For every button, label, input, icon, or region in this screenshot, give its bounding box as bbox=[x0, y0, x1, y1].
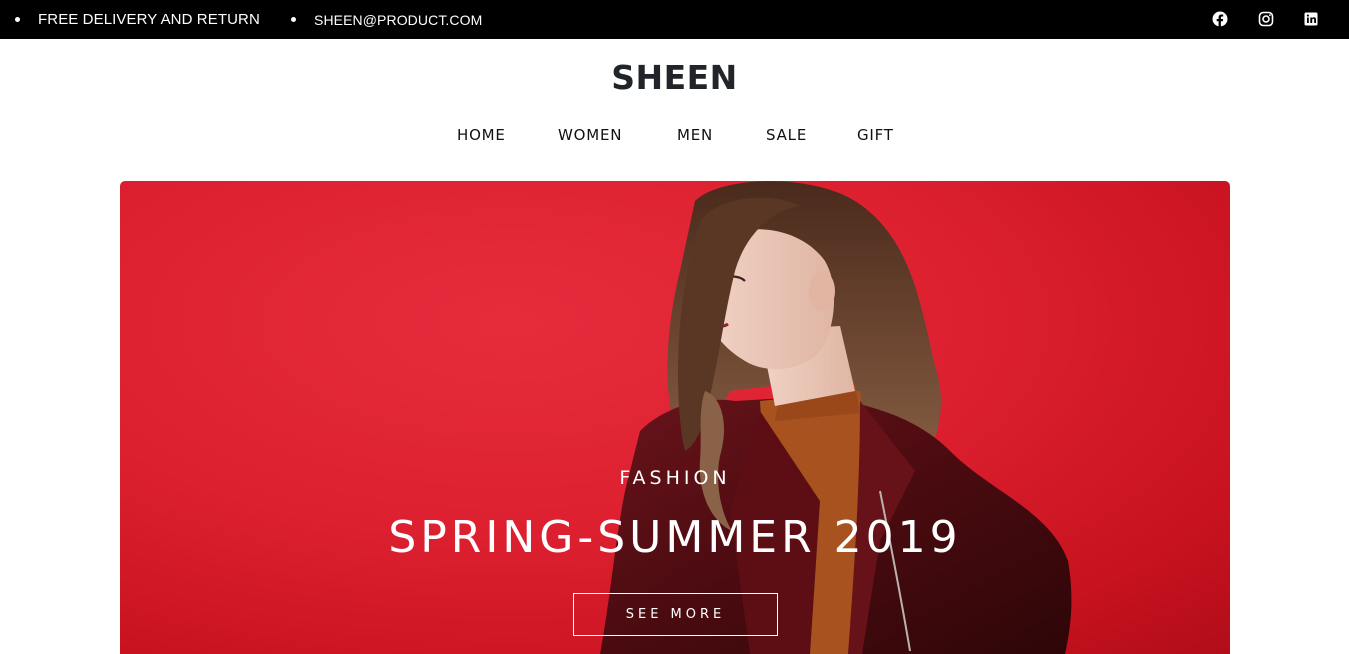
email-info: SHEEN@PRODUCT.COM bbox=[291, 0, 482, 39]
nav-item-men[interactable]: MEN bbox=[677, 126, 713, 144]
facebook-icon[interactable] bbox=[1212, 11, 1228, 27]
email-text[interactable]: SHEEN@PRODUCT.COM bbox=[314, 12, 482, 28]
hero-eyebrow: FASHION bbox=[619, 467, 731, 489]
top-bar: FREE DELIVERY AND RETURN SHEEN@PRODUCT.C… bbox=[0, 0, 1349, 39]
see-more-button[interactable]: SEE MORE bbox=[573, 593, 778, 636]
delivery-text: FREE DELIVERY AND RETURN bbox=[38, 11, 260, 28]
linkedin-icon[interactable] bbox=[1303, 11, 1319, 27]
brand-logo[interactable]: SHEEN bbox=[0, 58, 1349, 97]
delivery-info: FREE DELIVERY AND RETURN bbox=[15, 0, 260, 39]
hero-title: SPRING-SUMMER 2019 bbox=[388, 512, 962, 563]
nav-item-home[interactable]: HOME bbox=[457, 126, 506, 144]
main-nav: HOME WOMEN MEN SALE GIFT bbox=[0, 126, 1349, 148]
nav-item-gift[interactable]: GIFT bbox=[857, 126, 894, 144]
bullet-icon bbox=[291, 17, 296, 22]
bullet-icon bbox=[15, 17, 20, 22]
nav-item-sale[interactable]: SALE bbox=[766, 126, 807, 144]
instagram-icon[interactable] bbox=[1258, 11, 1274, 27]
nav-item-women[interactable]: WOMEN bbox=[558, 126, 622, 144]
hero-model-image bbox=[600, 181, 1072, 654]
hero-banner: FASHION SPRING-SUMMER 2019 SEE MORE bbox=[120, 181, 1230, 654]
